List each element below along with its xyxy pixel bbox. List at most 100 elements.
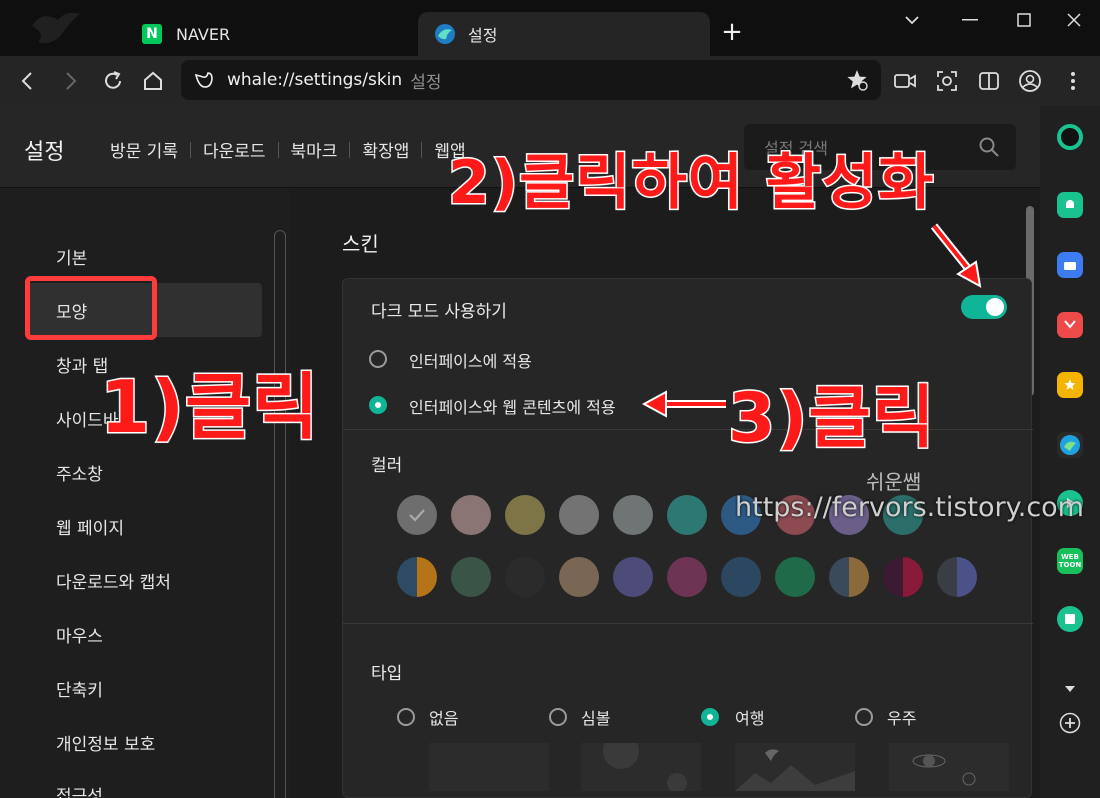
- sidebar-app-webtoon-icon[interactable]: WEB TOON: [1057, 548, 1083, 574]
- address-bar[interactable]: whale://settings/skin 설정: [181, 60, 881, 100]
- annotation-step-2: 2)클릭하여 활성화: [446, 147, 935, 220]
- whale-logo-icon: [435, 24, 455, 44]
- app-sidebar: WEB TOON: [1040, 106, 1100, 798]
- radio-interface-and-web[interactable]: [369, 396, 387, 414]
- sidebar-item-webpage[interactable]: 웹 페이지: [56, 514, 124, 539]
- sidebar-app-pocket-icon[interactable]: [1057, 312, 1083, 338]
- minimize-icon[interactable]: [958, 8, 982, 32]
- tab-naver[interactable]: N NAVER: [126, 12, 408, 56]
- radio-interface-only-label[interactable]: 인터페이스에 적용: [409, 348, 532, 372]
- nav-downloads[interactable]: 다운로드: [203, 137, 266, 162]
- radio-interface-and-web-label[interactable]: 인터페이스와 웹 콘텐츠에 적용: [409, 394, 616, 418]
- radio-type-space-label[interactable]: 우주: [887, 705, 916, 729]
- page-title: 설정: [24, 140, 65, 165]
- radio-type-travel-label[interactable]: 여행: [735, 705, 764, 729]
- color-swatch[interactable]: [937, 557, 977, 597]
- home-icon[interactable]: [140, 68, 166, 94]
- radio-interface-only[interactable]: [369, 350, 387, 368]
- url-text: whale://settings/skin: [227, 70, 403, 90]
- radio-type-symbol-label[interactable]: 심볼: [581, 705, 610, 729]
- color-swatch[interactable]: [829, 557, 869, 597]
- split-view-icon[interactable]: [976, 68, 1002, 94]
- annotation-step-1: 1)클릭: [98, 364, 320, 451]
- nav-extensions[interactable]: 확장앱: [362, 137, 409, 162]
- reload-icon[interactable]: [100, 68, 126, 94]
- sidebar-item-address-bar[interactable]: 주소창: [56, 460, 103, 485]
- whale-tail-icon: [32, 12, 80, 43]
- annotation-box-appearance: [25, 276, 157, 340]
- sidebar-item-basic[interactable]: 기본: [56, 244, 87, 269]
- settings-top-nav: 방문 기록 다운로드 북마크 확장앱 웹앱: [110, 137, 466, 162]
- maximize-icon[interactable]: [1012, 8, 1036, 32]
- dark-mode-toggle[interactable]: [961, 295, 1007, 319]
- tab-settings[interactable]: 설정: [418, 12, 710, 56]
- radio-type-none[interactable]: [397, 708, 415, 726]
- sidebar-app-note-icon[interactable]: [1057, 606, 1083, 632]
- annotation-arrow-left-icon: [641, 390, 726, 418]
- color-swatch[interactable]: [613, 495, 653, 535]
- close-icon[interactable]: [1062, 8, 1086, 32]
- color-swatch[interactable]: [559, 557, 599, 597]
- radio-type-symbol[interactable]: [549, 708, 567, 726]
- sidebar-app-notification-icon[interactable]: [1057, 192, 1083, 218]
- color-swatch[interactable]: [451, 557, 491, 597]
- skin-preview-travel[interactable]: [735, 743, 855, 791]
- forward-icon[interactable]: [58, 68, 84, 94]
- color-swatch[interactable]: [667, 557, 707, 597]
- color-swatch[interactable]: [505, 495, 545, 535]
- skin-preview-symbol[interactable]: [581, 733, 701, 793]
- color-swatch[interactable]: [397, 495, 437, 535]
- skin-preview-none[interactable]: [429, 743, 549, 791]
- tab-strip: N NAVER 설정 +: [0, 0, 1100, 56]
- new-tab-button[interactable]: +: [718, 18, 746, 46]
- color-swatch[interactable]: [451, 495, 491, 535]
- video-icon[interactable]: [892, 68, 918, 94]
- toggle-knob: [986, 298, 1004, 316]
- sidebar-more-chevron-icon[interactable]: [1057, 676, 1083, 702]
- nav-history[interactable]: 방문 기록: [110, 137, 178, 162]
- back-icon[interactable]: [14, 68, 40, 94]
- sidebar-app-star-icon[interactable]: [1057, 372, 1083, 398]
- color-swatch[interactable]: [883, 557, 923, 597]
- more-menu-icon[interactable]: [1060, 68, 1086, 94]
- skin-card: 다크 모드 사용하기 인터페이스에 적용 인터페이스와 웹 콘텐츠에 적용 컬러…: [342, 278, 1033, 798]
- sidebar-scrollbar[interactable]: [274, 230, 286, 798]
- bookmark-star-icon[interactable]: [845, 68, 869, 92]
- color-swatch[interactable]: [775, 557, 815, 597]
- sidebar-app-papago-icon[interactable]: [1057, 432, 1083, 458]
- watermark-url: https://fervors.tistory.com: [735, 492, 1084, 523]
- tab-list-chevron-icon[interactable]: [900, 8, 924, 32]
- sidebar-app-briefcase-icon[interactable]: [1057, 252, 1083, 278]
- search-icon: [979, 137, 999, 157]
- watermark-name: 쉬운쌤: [866, 470, 922, 494]
- sidebar-app-green-circle-icon[interactable]: [1057, 124, 1083, 150]
- nav-bookmarks[interactable]: 북마크: [291, 137, 338, 162]
- profile-icon[interactable]: [1017, 68, 1043, 94]
- color-label: 컬러: [371, 456, 403, 476]
- color-swatch[interactable]: [721, 557, 761, 597]
- skin-preview-space[interactable]: [889, 743, 1009, 791]
- color-swatch[interactable]: [559, 495, 599, 535]
- tab-settings-label: 설정: [468, 26, 498, 45]
- radio-type-none-label[interactable]: 없음: [429, 705, 458, 729]
- naver-logo-icon: N: [142, 24, 162, 44]
- annotation-arrow-down-icon: [930, 223, 982, 288]
- card-divider: [343, 623, 1033, 624]
- color-swatch[interactable]: [613, 557, 653, 597]
- nav-divider: [421, 141, 423, 158]
- sidebar-item-privacy[interactable]: 개인정보 보호: [56, 730, 155, 755]
- sidebar-item-mouse[interactable]: 마우스: [56, 622, 103, 647]
- radio-type-space[interactable]: [855, 708, 873, 726]
- color-swatch[interactable]: [397, 557, 437, 597]
- sidebar-item-accessibility[interactable]: 접근성: [56, 782, 103, 798]
- sidebar-item-download-capture[interactable]: 다운로드와 캡처: [56, 568, 171, 593]
- color-swatch[interactable]: [667, 495, 707, 535]
- color-swatch[interactable]: [505, 557, 545, 597]
- tab-naver-label: NAVER: [176, 24, 231, 44]
- sidebar-item-shortcuts[interactable]: 단축키: [56, 676, 103, 701]
- section-title-skin: 스킨: [342, 232, 379, 256]
- annotation-step-3: 3)클릭: [727, 378, 937, 460]
- radio-type-travel[interactable]: [701, 708, 719, 726]
- sidebar-add-icon[interactable]: [1057, 710, 1083, 736]
- capture-icon[interactable]: [934, 68, 960, 94]
